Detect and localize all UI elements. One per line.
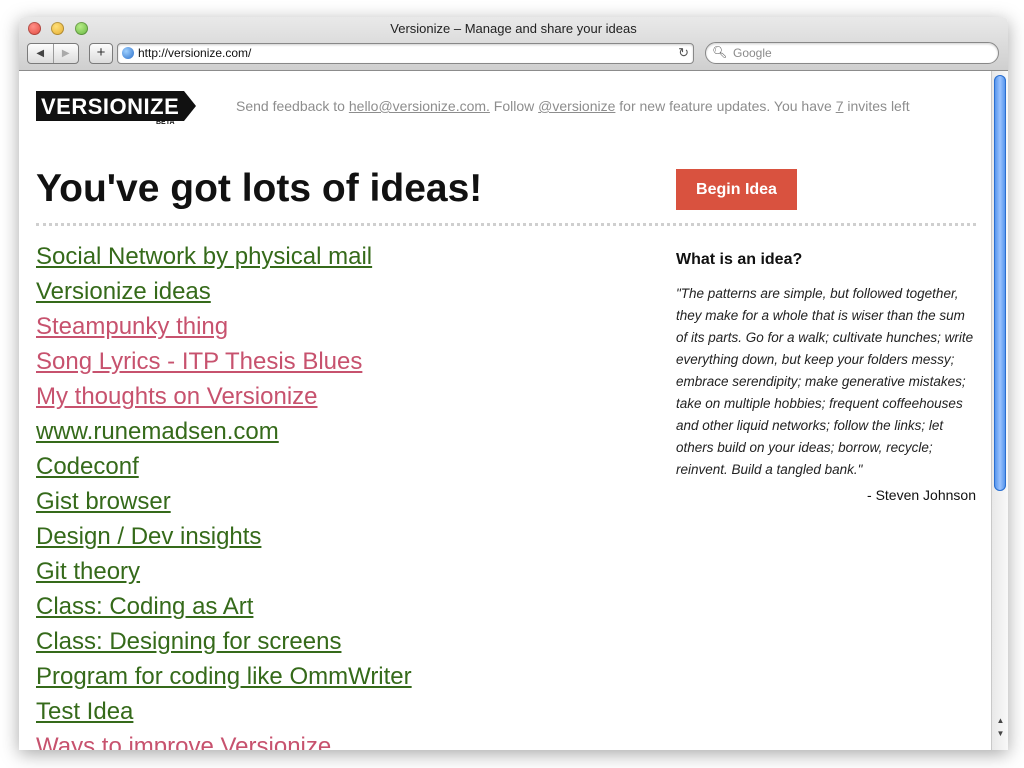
idea-definition-panel: What is an idea? "The patterns are simpl… xyxy=(676,251,976,503)
search-icon: 🔍︎ xyxy=(712,45,728,59)
sidebar-heading: What is an idea? xyxy=(676,251,803,268)
list-item: Git theory xyxy=(36,558,412,593)
address-bar[interactable]: http://versionize.com/ ↻ xyxy=(117,43,694,64)
beta-badge: BETA xyxy=(156,119,175,126)
window-title: Versionize – Manage and share your ideas xyxy=(390,21,637,36)
reload-icon[interactable]: ↻ xyxy=(678,45,689,61)
browser-window: Versionize – Manage and share your ideas… xyxy=(19,17,1008,750)
list-item: www.runemadsen.com xyxy=(36,418,412,453)
idea-link[interactable]: Social Network by physical mail xyxy=(36,243,372,270)
quote-author: - Steven Johnson xyxy=(867,487,976,503)
idea-link[interactable]: www.runemadsen.com xyxy=(36,418,279,445)
ideas-list: Social Network by physical mail Versioni… xyxy=(36,243,412,750)
idea-link[interactable]: Ways to improve Versionize xyxy=(36,733,331,750)
list-item: Gist browser xyxy=(36,488,412,523)
idea-link[interactable]: Git theory xyxy=(36,558,140,585)
idea-link[interactable]: Song Lyrics - ITP Thesis Blues xyxy=(36,348,362,375)
quote-text: "The patterns are simple, but followed t… xyxy=(676,286,974,477)
idea-link[interactable]: Versionize ideas xyxy=(36,278,211,305)
page-title: You've got lots of ideas! xyxy=(36,167,483,210)
list-item: Song Lyrics - ITP Thesis Blues xyxy=(36,348,412,383)
list-item: Ways to improve Versionize xyxy=(36,733,412,750)
versionize-logo[interactable]: VERSIONIZE BETA xyxy=(36,91,196,126)
forward-button[interactable]: ▶ xyxy=(54,44,79,63)
idea-link[interactable]: Gist browser xyxy=(36,488,171,515)
list-item: Test Idea xyxy=(36,698,412,733)
url-text[interactable]: http://versionize.com/ xyxy=(138,46,251,60)
begin-idea-button[interactable]: Begin Idea xyxy=(676,169,797,210)
list-item: Versionize ideas xyxy=(36,278,412,313)
twitter-link[interactable]: @versionize xyxy=(538,98,615,114)
back-button[interactable]: ◀ xyxy=(28,44,54,63)
idea-link[interactable]: Program for coding like OmmWriter xyxy=(36,663,412,690)
idea-link[interactable]: My thoughts on Versionize xyxy=(36,383,318,410)
search-field[interactable]: 🔍︎ Google xyxy=(705,42,999,64)
scroll-arrows[interactable]: ▲ ▼ xyxy=(992,714,1008,740)
list-item: Class: Designing for screens xyxy=(36,628,412,663)
list-item: Social Network by physical mail xyxy=(36,243,412,278)
list-item: Codeconf xyxy=(36,453,412,488)
dotted-divider xyxy=(36,223,976,226)
list-item: Steampunky thing xyxy=(36,313,412,348)
idea-link[interactable]: Steampunky thing xyxy=(36,313,228,340)
idea-link[interactable]: Class: Designing for screens xyxy=(36,628,341,655)
idea-link[interactable]: Class: Coding as Art xyxy=(36,593,253,620)
list-item: Class: Coding as Art xyxy=(36,593,412,628)
logo-text: VERSIONIZE xyxy=(41,94,180,119)
list-item: My thoughts on Versionize xyxy=(36,383,412,418)
idea-link[interactable]: Test Idea xyxy=(36,698,133,725)
list-item: Program for coding like OmmWriter xyxy=(36,663,412,698)
idea-link[interactable]: Design / Dev insights xyxy=(36,523,261,550)
feedback-email-link[interactable]: hello@versionize.com. xyxy=(349,98,490,114)
page-content: VERSIONIZE BETA Send feedback to hello@v… xyxy=(19,71,991,750)
vertical-scrollbar[interactable]: ▲ ▼ xyxy=(991,71,1008,750)
list-item: Design / Dev insights xyxy=(36,523,412,558)
back-forward-buttons: ◀ ▶ xyxy=(27,43,79,64)
idea-link[interactable]: Codeconf xyxy=(36,453,139,480)
add-bookmark-button[interactable]: + xyxy=(89,43,113,64)
scrollbar-thumb[interactable] xyxy=(994,75,1006,491)
search-placeholder: Google xyxy=(733,46,772,60)
globe-icon xyxy=(122,47,134,59)
browser-toolbar: Versionize – Manage and share your ideas… xyxy=(19,17,1008,71)
feedback-line: Send feedback to hello@versionize.com. F… xyxy=(236,98,910,114)
